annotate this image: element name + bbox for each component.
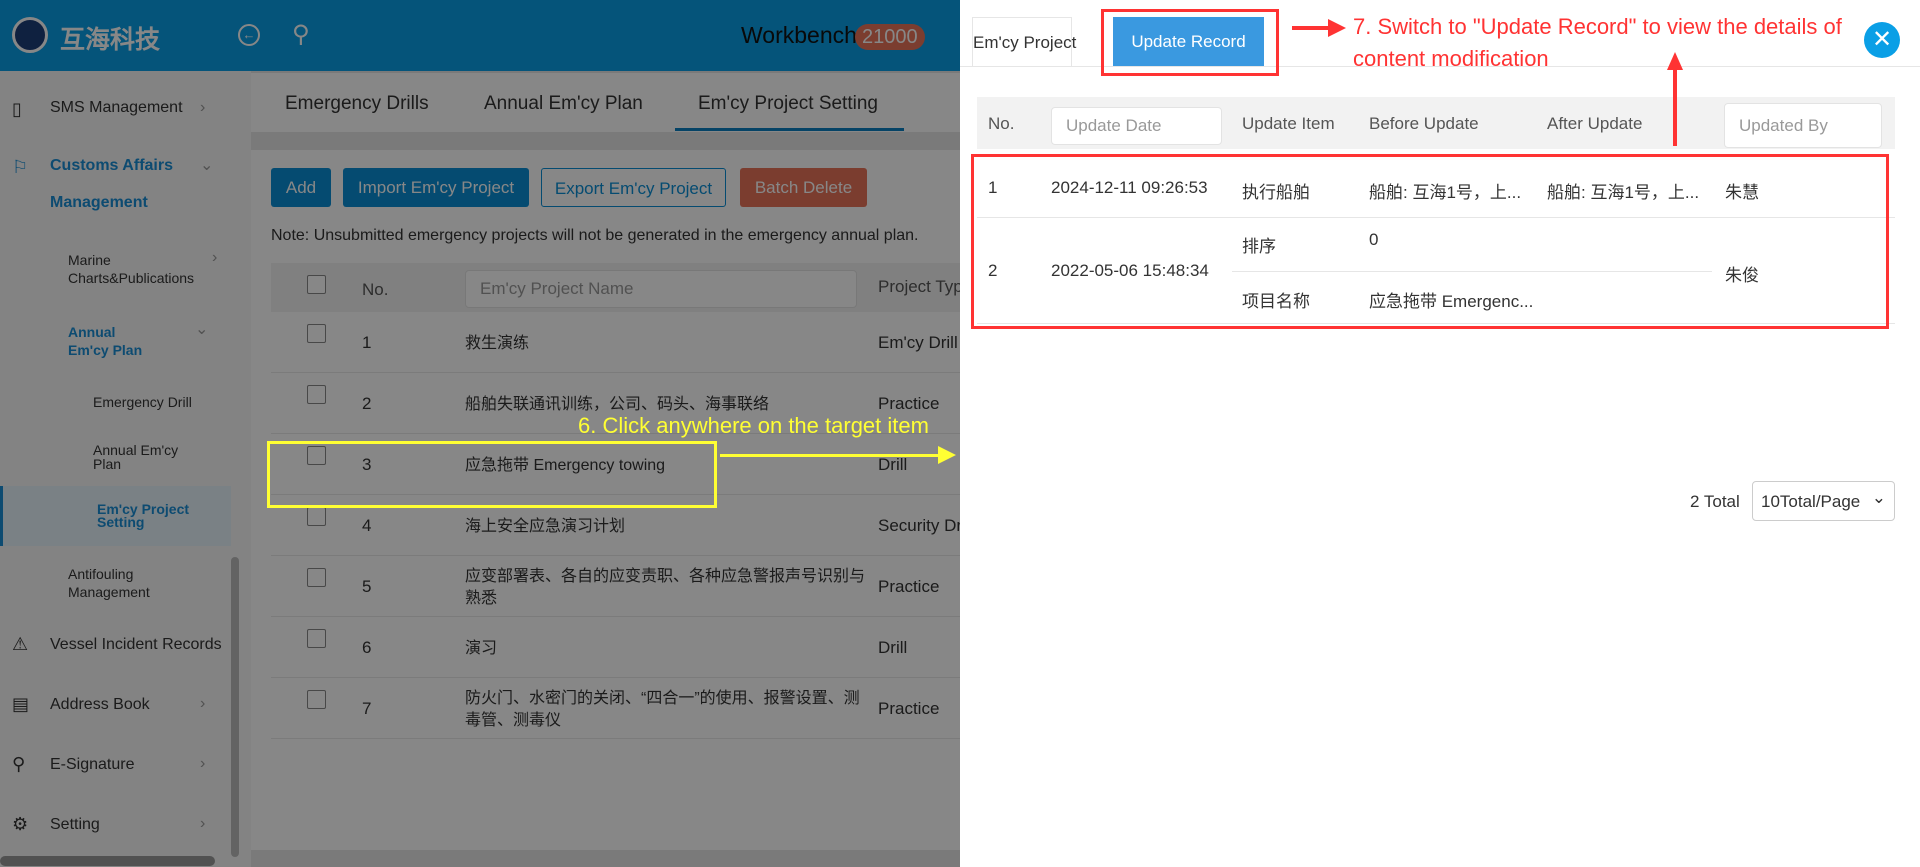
step7-highlight-box-tab bbox=[1101, 9, 1279, 76]
detail-drawer: Em'cy Project Update Record ✕ No. Update… bbox=[960, 0, 1920, 867]
step6-annotation: 6. Click anywhere on the target item bbox=[578, 413, 929, 438]
step7-vertical-arrow-head bbox=[1667, 52, 1683, 70]
column-after-update: After Update bbox=[1547, 114, 1643, 133]
step7-vertical-arrow bbox=[1673, 68, 1677, 146]
update-date-filter[interactable]: Update Date bbox=[1051, 107, 1222, 145]
step6-arrow-head bbox=[938, 446, 956, 464]
column-no: No. bbox=[988, 114, 1015, 133]
step6-highlight-box bbox=[267, 441, 717, 508]
page-size-value: 10Total/Page bbox=[1761, 492, 1861, 511]
page-size-select[interactable]: 10Total/Page ⌄ bbox=[1752, 481, 1895, 521]
step7-arrow bbox=[1292, 26, 1332, 30]
step6-arrow bbox=[720, 454, 940, 457]
column-update-item: Update Item bbox=[1242, 114, 1335, 133]
record-table-header: No. Update Date Update Item Before Updat… bbox=[977, 97, 1895, 149]
pagination-total: 2 Total bbox=[1690, 492, 1740, 511]
updated-by-filter[interactable]: Updated By bbox=[1724, 103, 1882, 148]
column-before-update: Before Update bbox=[1369, 114, 1479, 133]
close-button[interactable]: ✕ bbox=[1864, 22, 1900, 58]
tab-emcy-project[interactable]: Em'cy Project bbox=[972, 17, 1076, 67]
step7-annotation-line2: content modification bbox=[1353, 46, 1549, 71]
chevron-down-icon: ⌄ bbox=[1871, 488, 1886, 507]
step7-annotation-line1: 7. Switch to "Update Record" to view the… bbox=[1353, 14, 1842, 39]
step7-arrow-head bbox=[1328, 19, 1346, 37]
step7-highlight-box-table bbox=[971, 154, 1889, 329]
